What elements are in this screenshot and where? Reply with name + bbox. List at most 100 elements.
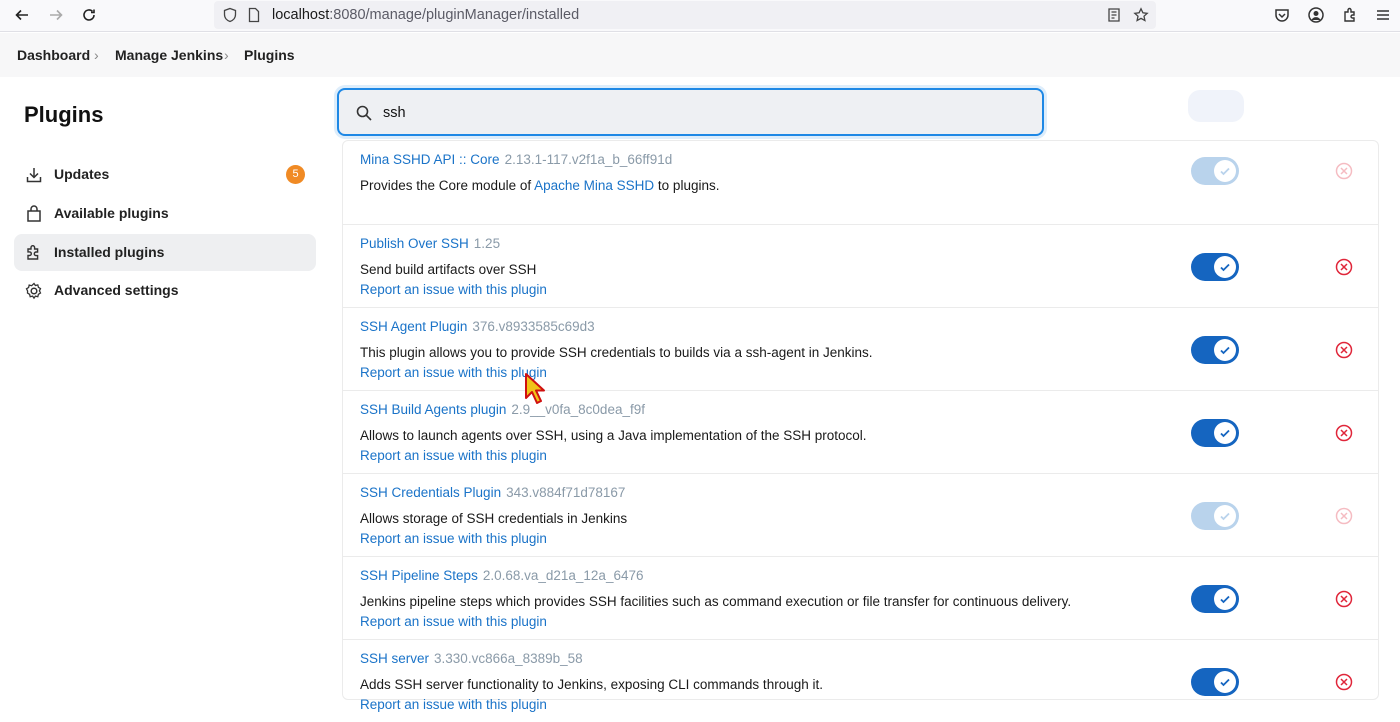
uninstall-icon: [1335, 162, 1353, 180]
plugin-row: SSH Agent Plugin 376.v8933585c69d3 This pl…: [343, 307, 1378, 390]
plugin-name: Publish Over SSH: [360, 236, 469, 251]
search-input[interactable]: [383, 102, 1023, 124]
account-icon[interactable]: [1307, 6, 1325, 24]
plugin-name-link[interactable]: SSH Build Agents plugin 2.9__v0fa_8c0dea_…: [360, 402, 645, 417]
enable-toggle[interactable]: [1191, 336, 1239, 364]
plugin-name: SSH Pipeline Steps: [360, 568, 478, 583]
plugin-description: This plugin allows you to provide SSH cr…: [360, 345, 873, 360]
extensions-icon[interactable]: [1341, 6, 1359, 24]
back-button[interactable]: [10, 4, 34, 26]
plugin-search-box[interactable]: [337, 88, 1044, 136]
report-issue-link[interactable]: Report an issue with this plugin: [360, 448, 547, 463]
check-icon: [1220, 595, 1230, 604]
reader-view-icon[interactable]: [1106, 7, 1122, 23]
toggle-knob: [1214, 588, 1236, 610]
uninstall-icon[interactable]: [1335, 341, 1353, 359]
sidebar-item-updates[interactable]: Updates 5: [14, 156, 316, 193]
enable-toggle: [1191, 502, 1239, 530]
plugin-name: SSH Build Agents plugin: [360, 402, 507, 417]
plugin-version: 3.330.vc866a_8389b_58: [434, 651, 583, 666]
chevron-right-icon: ›: [224, 47, 229, 63]
uninstall-icon[interactable]: [1335, 258, 1353, 276]
plugin-name: SSH server: [360, 651, 430, 666]
check-icon: [1220, 263, 1230, 272]
toggle-knob: [1214, 160, 1236, 182]
description-text: Provides the Core module of: [360, 178, 535, 193]
browser-toolbar: localhost:8080/manage/pluginManager/inst…: [0, 0, 1400, 32]
report-issue-link[interactable]: Report an issue with this plugin: [360, 697, 547, 712]
plugin-name-link[interactable]: SSH Agent Plugin 376.v8933585c69d3: [360, 319, 595, 334]
sidebar-item-available-plugins[interactable]: Available plugins: [14, 195, 316, 232]
description-link[interactable]: Apache Mina SSHD: [534, 178, 654, 193]
page-icon[interactable]: [246, 7, 262, 23]
enable-toggle[interactable]: [1191, 585, 1239, 613]
check-icon: [1220, 678, 1230, 687]
plugin-name-link[interactable]: Mina SSHD API :: Core 2.13.1-117.v2f1a_b_…: [360, 152, 672, 167]
toggle-knob: [1214, 671, 1236, 693]
arrow-left-icon: [15, 9, 28, 21]
toggle-knob: [1214, 339, 1236, 361]
plugin-description: Provides the Core module of Apache Mina …: [360, 178, 719, 193]
plugin-row: SSH Credentials Plugin 343.v884f71d78167 A…: [343, 473, 1378, 556]
plugin-description: Jenkins pipeline steps which provides SS…: [360, 594, 1071, 609]
restart-button[interactable]: [1188, 90, 1244, 122]
plugin-version: 1.25: [473, 236, 501, 251]
address-bar[interactable]: localhost:8080/manage/pluginManager/inst…: [214, 1, 1156, 29]
plugin-name-link[interactable]: Publish Over SSH 1.25: [360, 236, 500, 251]
plugin-row: SSH Pipeline Steps 2.0.68.va_d21a_12a_647…: [343, 556, 1378, 639]
uninstall-icon[interactable]: [1335, 673, 1353, 691]
enable-toggle: [1191, 157, 1239, 185]
uninstall-icon: [1335, 507, 1353, 525]
plugin-row: Publish Over SSH 1.25 Send build artifacts…: [343, 224, 1378, 307]
sidebar-item-advanced-settings[interactable]: Advanced settings: [14, 272, 316, 309]
description-text: Adds SSH server functionality to Jenkins…: [360, 677, 823, 692]
report-issue-link[interactable]: Report an issue with this plugin: [360, 282, 547, 297]
plugin-name: SSH Credentials Plugin: [360, 485, 502, 500]
report-issue-link[interactable]: Report an issue with this plugin: [360, 365, 547, 380]
plugin-version: 2.13.1-117.v2f1a_b_66ff91d: [504, 152, 673, 167]
reload-button[interactable]: [77, 4, 101, 26]
uninstall-icon[interactable]: [1335, 424, 1353, 442]
breadcrumb-dashboard[interactable]: Dashboard: [17, 47, 90, 63]
url-text[interactable]: localhost:8080/manage/pluginManager/inst…: [272, 7, 579, 23]
enable-toggle[interactable]: [1191, 253, 1239, 281]
enable-toggle[interactable]: [1191, 668, 1239, 696]
shopping-bag-icon: [27, 205, 41, 222]
plugin-name-link[interactable]: SSH server 3.330.vc866a_8389b_58: [360, 651, 583, 666]
plugin-name-link[interactable]: SSH Pipeline Steps 2.0.68.va_d21a_12a_647…: [360, 568, 643, 583]
check-icon: [1220, 429, 1230, 438]
download-icon: [26, 168, 42, 183]
updates-count-badge: 5: [286, 165, 305, 184]
report-issue-link[interactable]: Report an issue with this plugin: [360, 531, 547, 546]
plugin-name-link[interactable]: SSH Credentials Plugin 343.v884f71d78167: [360, 485, 625, 500]
plugin-name: Mina SSHD API :: Core: [360, 152, 500, 167]
uninstall-icon[interactable]: [1335, 590, 1353, 608]
report-issue-link[interactable]: Report an issue with this plugin: [360, 614, 547, 629]
plugin-description: Send build artifacts over SSH: [360, 262, 536, 277]
toggle-knob: [1214, 256, 1236, 278]
sidebar-item-label: Available plugins: [54, 205, 169, 221]
plugin-description: Adds SSH server functionality to Jenkins…: [360, 677, 823, 692]
description-text: This plugin allows you to provide SSH cr…: [360, 345, 873, 360]
forward-button[interactable]: [44, 4, 68, 26]
sidebar-item-installed-plugins[interactable]: Installed plugins: [14, 234, 316, 271]
enable-toggle[interactable]: [1191, 419, 1239, 447]
installed-plugin-list: Mina SSHD API :: Core 2.13.1-117.v2f1a_b_…: [342, 140, 1379, 712]
breadcrumb-plugins[interactable]: Plugins: [244, 47, 295, 63]
description-text: Allows to launch agents over SSH, using …: [360, 428, 867, 443]
reload-icon: [83, 9, 95, 21]
check-icon: [1220, 512, 1230, 521]
gear-icon: [25, 282, 42, 300]
pocket-icon[interactable]: [1273, 6, 1291, 24]
shield-icon[interactable]: [222, 7, 238, 23]
url-host: localhost: [272, 7, 330, 23]
menu-icon[interactable]: [1374, 6, 1392, 24]
plugin-description: Allows to launch agents over SSH, using …: [360, 428, 867, 443]
sidebar-item-label: Updates: [54, 166, 110, 182]
breadcrumb-manage-jenkins[interactable]: Manage Jenkins: [115, 47, 223, 63]
sidebar-item-label: Advanced settings: [54, 282, 179, 298]
plugin-version: 376.v8933585c69d3: [472, 319, 595, 334]
description-text: Send build artifacts over SSH: [360, 262, 537, 277]
plugin-row: SSH server 3.330.vc866a_8389b_58 Adds SSH …: [343, 639, 1378, 722]
star-icon[interactable]: [1133, 7, 1149, 23]
